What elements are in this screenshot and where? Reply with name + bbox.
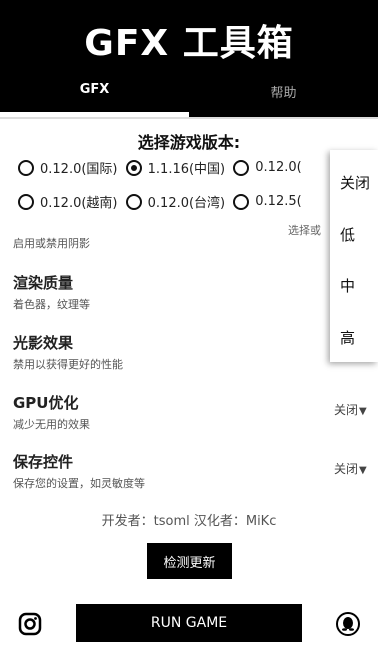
- shadow-dropdown[interactable]: 选择或: [288, 222, 321, 238]
- save-controls-dropdown[interactable]: 关闭▼: [334, 460, 367, 477]
- radio-circle-checked: [125, 159, 142, 176]
- radio-version-other[interactable]: 0.12.0(: [233, 159, 302, 176]
- radio-version-taiwan[interactable]: 0.12.0(台湾): [125, 192, 226, 211]
- setting-light-effects[interactable]: 光影效果 禁用以获得更好的性能: [13, 332, 123, 372]
- tab-gfx[interactable]: GFX: [0, 82, 189, 97]
- menu-item-high[interactable]: 高: [340, 327, 355, 348]
- gpu-opt-dropdown[interactable]: 关闭▼: [334, 401, 367, 418]
- radio-label: 1.1.16(中国): [147, 162, 226, 177]
- setting-desc: 禁用以获得更好的性能: [13, 358, 123, 371]
- setting-title: 渲染质量: [13, 274, 74, 292]
- menu-item-medium[interactable]: 中: [340, 275, 355, 296]
- setting-title: GPU优化: [13, 394, 79, 412]
- run-game-button[interactable]: RUN GAME: [76, 604, 302, 642]
- radio-label: 0.12.0(越南): [40, 196, 118, 211]
- radio-label: 0.12.5(: [255, 194, 302, 209]
- setting-save-controls: 保存控件 保存您的设置，如灵敏度等: [13, 451, 145, 491]
- setting-render-quality[interactable]: 渲染质量 着色器，纹理等: [13, 272, 90, 312]
- radio-version-vietnam[interactable]: 0.12.0(越南): [18, 192, 118, 211]
- triangle-down-icon: ▼: [359, 406, 367, 417]
- tab-help[interactable]: 帮助: [189, 82, 378, 101]
- setting-title: 保存控件: [13, 453, 74, 471]
- version-select-title: 选择游戏版本:: [137, 133, 241, 152]
- menu-item-low[interactable]: 低: [340, 224, 355, 245]
- dropdown-value: 关闭: [334, 462, 359, 476]
- dropdown-value: 关闭: [334, 403, 359, 417]
- setting-desc: 保存您的设置，如灵敏度等: [13, 477, 145, 490]
- qq-penguin-icon[interactable]: [336, 612, 360, 636]
- shadow-desc: 启用或禁用阴影: [13, 237, 90, 250]
- tab-divider: [0, 117, 378, 119]
- radio-circle: [18, 193, 34, 210]
- version-radio-row-1: 0.12.0(国际) 1.1.16(中国) 0.12.0(: [18, 158, 306, 180]
- radio-label: 0.12.0(: [255, 160, 302, 175]
- radio-version-0125[interactable]: 0.12.5(: [233, 193, 302, 210]
- menu-item-off[interactable]: 关闭: [340, 172, 370, 193]
- triangle-down-icon: ▼: [359, 465, 367, 476]
- version-radio-row-2: 0.12.0(越南) 0.12.0(台湾) 0.12.5(: [18, 192, 306, 214]
- radio-circle: [233, 193, 250, 210]
- instagram-icon[interactable]: [18, 612, 42, 636]
- radio-version-global[interactable]: 0.12.0(国际): [18, 158, 118, 177]
- setting-gpu-opt: GPU优化 减少无用的效果: [13, 392, 90, 432]
- radio-label: 0.12.0(国际): [40, 162, 118, 177]
- setting-desc: 着色器，纹理等: [13, 298, 90, 311]
- credits-text: 开发者：tsoml 汉化者：MiKc: [101, 514, 277, 529]
- radio-circle: [125, 193, 142, 210]
- app-title: GFX 工具箱: [84, 23, 294, 64]
- radio-version-china[interactable]: 1.1.16(中国): [125, 158, 226, 177]
- radio-label: 0.12.0(台湾): [147, 196, 226, 211]
- radio-circle: [233, 159, 250, 176]
- setting-title: 光影效果: [13, 334, 74, 352]
- app-header: GFX 工具箱 GFX 帮助: [0, 0, 378, 117]
- check-update-button[interactable]: 检测更新: [147, 543, 232, 579]
- quality-popup-menu: 关闭 低 中 高: [330, 150, 378, 362]
- radio-circle: [18, 159, 34, 176]
- setting-desc: 减少无用的效果: [13, 418, 90, 431]
